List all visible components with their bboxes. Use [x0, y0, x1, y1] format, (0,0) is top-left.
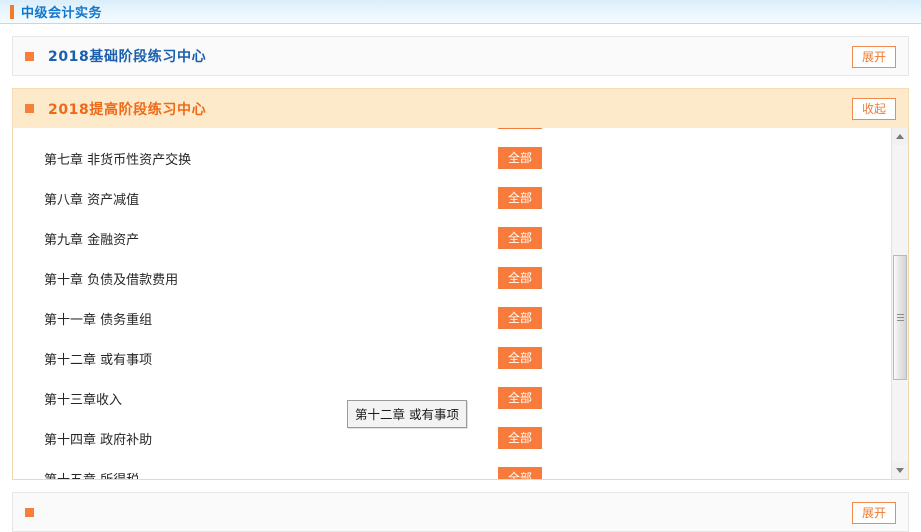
- chapter-all-button[interactable]: 全部: [498, 427, 542, 449]
- collapse-button-advanced-2018[interactable]: 收起: [852, 98, 896, 120]
- chapter-all-button[interactable]: 全部: [498, 467, 542, 479]
- panel-next-partial: 展开: [12, 492, 909, 532]
- chapter-name: 第十一章 债务重组: [44, 312, 153, 328]
- vertical-scrollbar[interactable]: [891, 128, 908, 479]
- chapter-row[interactable]: 第七章 非货币性资产交换 全部: [13, 138, 890, 178]
- square-bullet-icon: [25, 507, 34, 517]
- expand-button-next-partial[interactable]: 展开: [852, 502, 896, 524]
- page-content: 2018基础阶段练习中心 展开 2018提高阶段练习中心 收起 第六章 长期股权…: [0, 36, 921, 532]
- chapter-all-button[interactable]: 全部: [498, 387, 542, 409]
- scrollbar-grip-icon: [897, 313, 904, 322]
- chapter-all-button[interactable]: 全部: [498, 307, 542, 329]
- chapter-row[interactable]: 第六章 长期股权投资 全部: [13, 128, 890, 138]
- scrollbar-track[interactable]: [892, 145, 908, 462]
- chapter-name: 第十章 负债及借款费用: [44, 272, 179, 288]
- chapter-all-button[interactable]: 全部: [498, 187, 542, 209]
- panel-title-advanced-2018: 2018提高阶段练习中心: [48, 101, 207, 118]
- chapter-name: 第十五章 所得税: [44, 469, 139, 480]
- chapter-name: 第十四章 政府补助: [44, 432, 153, 448]
- square-bullet-icon: [25, 51, 34, 61]
- scrollbar-thumb[interactable]: [893, 255, 907, 380]
- page-titlebar: 中级会计实务: [0, 0, 921, 24]
- panel-basic-2018: 2018基础阶段练习中心 展开: [12, 36, 909, 76]
- chapter-name: 第八章 资产减值: [44, 192, 140, 208]
- panel-header-basic-2018[interactable]: 2018基础阶段练习中心 展开: [12, 36, 909, 76]
- chapter-row[interactable]: 第九章 金融资产 全部: [13, 218, 890, 258]
- chapter-name: 第十三章收入: [44, 392, 123, 408]
- chapter-all-button[interactable]: 全部: [498, 227, 542, 249]
- chapter-all-button[interactable]: 全部: [498, 267, 542, 289]
- chapter-row[interactable]: 第十一章 债务重组 全部: [13, 298, 890, 338]
- page-title: 中级会计实务: [21, 6, 103, 21]
- triangle-up-icon: [896, 134, 904, 139]
- triangle-down-icon: [896, 468, 904, 473]
- chapter-all-button[interactable]: 全部: [498, 347, 542, 369]
- chapter-tooltip: 第十二章 或有事项: [347, 400, 467, 428]
- chapter-row[interactable]: 第八章 资产减值 全部: [13, 178, 890, 218]
- chapter-row[interactable]: 第十五章 所得税 全部: [13, 458, 890, 479]
- scroll-down-button[interactable]: [892, 462, 908, 479]
- chapter-all-button[interactable]: 全部: [498, 128, 542, 129]
- title-accent-bar: [10, 4, 14, 19]
- panel-title-basic-2018: 2018基础阶段练习中心: [48, 49, 207, 65]
- panel-header-next-partial[interactable]: 展开: [12, 492, 909, 532]
- chapter-row[interactable]: 第十章 负债及借款费用 全部: [13, 258, 890, 298]
- chapter-name: 第十二章 或有事项: [44, 352, 153, 368]
- square-bullet-icon: [25, 104, 34, 113]
- scroll-up-button[interactable]: [892, 128, 908, 145]
- panel-header-advanced-2018[interactable]: 2018提高阶段练习中心 收起: [12, 88, 909, 128]
- expand-button-basic-2018[interactable]: 展开: [852, 46, 896, 68]
- chapter-name: 第七章 非货币性资产交换: [44, 152, 192, 168]
- chapter-all-button[interactable]: 全部: [498, 147, 542, 169]
- chapter-row[interactable]: 第十二章 或有事项 全部: [13, 338, 890, 378]
- chapter-name: 第九章 金融资产: [44, 232, 140, 248]
